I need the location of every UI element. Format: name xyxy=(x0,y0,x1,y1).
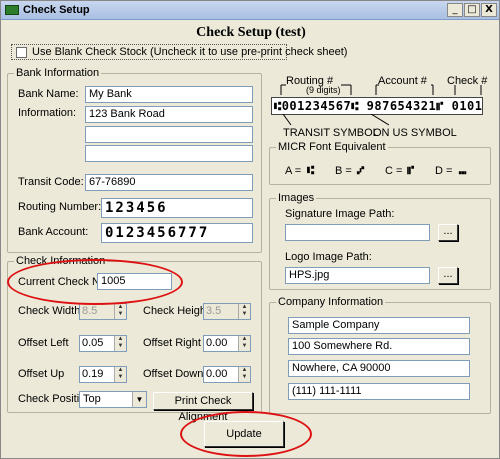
check-height-value: 3.5 xyxy=(206,305,222,317)
offset-up-label: Offset Up xyxy=(18,368,65,380)
check-height-spinner: 3.5 ▲ ▼ xyxy=(203,303,251,320)
company-line-1[interactable]: Sample Company xyxy=(288,317,470,334)
transit-code-input[interactable]: 67-76890 xyxy=(85,174,253,191)
page-title: Check Setup (test) xyxy=(196,25,306,40)
micr-pointer-svg xyxy=(282,114,390,126)
maximize-button[interactable]: □ xyxy=(464,3,480,17)
images-group-label: Images xyxy=(276,192,317,204)
title-bar: Check Setup _ □ X xyxy=(1,1,499,20)
offset-down-spinner[interactable]: 0.00 ▲ ▼ xyxy=(203,366,251,383)
blank-stock-checkbox[interactable] xyxy=(16,47,27,58)
offset-down-label: Offset Down xyxy=(143,368,204,380)
onus-symbol-label: ON US SYMBOL xyxy=(373,127,457,139)
offset-right-arrows[interactable]: ▲ ▼ xyxy=(238,336,250,351)
offset-up-value: 0.19 xyxy=(82,368,104,380)
bank-info-group-label: Bank Information xyxy=(14,67,102,79)
check-height-arrows: ▲ ▼ xyxy=(238,304,250,319)
signature-browse-button[interactable]: ... xyxy=(438,224,458,241)
bank-account-label: Bank Account: xyxy=(18,226,89,238)
close-button[interactable]: X xyxy=(481,3,497,17)
bank-name-input[interactable]: My Bank xyxy=(85,86,253,103)
check-position-value: Top xyxy=(83,393,101,405)
current-check-no-input[interactable]: 1005 xyxy=(97,273,172,290)
chevron-down-icon[interactable]: ▼ xyxy=(132,392,146,407)
micr-c-key: C = xyxy=(385,165,403,177)
blank-stock-row[interactable]: Use Blank Check Stock (Uncheck it to use… xyxy=(11,44,347,60)
micr-b-key: B = xyxy=(335,165,352,177)
micr-c-glyph: ⑈ xyxy=(407,163,415,177)
check-info-group-label: Check Information xyxy=(14,255,108,267)
offset-down-value: 0.00 xyxy=(206,368,228,380)
offset-up-spinner[interactable]: 0.19 ▲ ▼ xyxy=(79,366,127,383)
micr-b-glyph: ⑇ xyxy=(357,163,365,177)
bank-name-label: Bank Name: xyxy=(18,88,79,100)
print-check-alignment-button[interactable]: Print Check Alignment xyxy=(153,392,253,423)
offset-right-label: Offset Right xyxy=(143,337,201,349)
bank-info-line-3[interactable] xyxy=(85,145,253,162)
company-info-group-label: Company Information xyxy=(276,296,386,308)
signature-path-input[interactable] xyxy=(285,224,430,241)
minimize-button[interactable]: _ xyxy=(447,3,463,17)
bank-info-line-2[interactable] xyxy=(85,126,253,143)
blank-stock-label: Use Blank Check Stock (Uncheck it to use… xyxy=(32,46,348,58)
check-position-select[interactable]: Top ▼ xyxy=(79,391,147,408)
images-group: Images Signature Image Path: ... Logo Im… xyxy=(269,192,491,290)
check-setup-window: Check Setup _ □ X Check Setup (test) Use… xyxy=(0,0,500,459)
micr-d-key: D = xyxy=(435,165,453,177)
check-width-spinner: 8.5 ▲ ▼ xyxy=(79,303,127,320)
offset-left-spinner[interactable]: 0.05 ▲ ▼ xyxy=(79,335,127,352)
transit-code-label: Transit Code: xyxy=(18,176,84,188)
micr-strip: ⑆001234567⑆ 987654321⑈ 0101 xyxy=(271,97,483,115)
logo-path-label: Logo Image Path: xyxy=(285,251,372,263)
company-line-4[interactable]: (111) 111-1111 xyxy=(288,383,470,400)
logo-browse-button[interactable]: ... xyxy=(438,267,458,284)
check-width-value: 8.5 xyxy=(82,305,98,317)
offset-right-spinner[interactable]: 0.00 ▲ ▼ xyxy=(203,335,251,352)
micr-font-group-label: MICR Font Equivalent xyxy=(276,141,388,153)
micr-a-key: A = xyxy=(285,165,302,177)
bank-account-input[interactable]: 0123456777 xyxy=(101,223,253,243)
company-line-2[interactable]: 100 Somewhere Rd. xyxy=(288,338,470,355)
logo-path-input[interactable]: HPS.jpg xyxy=(285,267,430,284)
offset-down-arrows[interactable]: ▲ ▼ xyxy=(238,367,250,382)
offset-right-value: 0.00 xyxy=(206,337,228,349)
offset-left-label: Offset Left xyxy=(18,337,69,349)
offset-up-arrows[interactable]: ▲ ▼ xyxy=(114,367,126,382)
micr-d-glyph: ⑉ xyxy=(459,163,467,177)
micr-font-group: MICR Font Equivalent A = ⑆ B = ⑇ C = ⑈ D… xyxy=(269,141,491,185)
bank-info-line-1[interactable]: 123 Bank Road xyxy=(85,106,253,123)
company-line-3[interactable]: Nowhere, CA 90000 xyxy=(288,360,470,377)
company-info-group: Company Information Sample Company 100 S… xyxy=(269,296,491,414)
signature-path-label: Signature Image Path: xyxy=(285,208,395,220)
offset-left-value: 0.05 xyxy=(82,337,104,349)
transit-symbol-label: TRANSIT SYMBOL xyxy=(283,127,379,139)
bank-info-group: Bank Information Bank Name: My Bank Info… xyxy=(7,67,262,253)
check-width-arrows: ▲ ▼ xyxy=(114,304,126,319)
update-button[interactable]: Update xyxy=(204,421,284,447)
check-height-label: Check Height xyxy=(143,305,210,317)
micr-arrows-svg xyxy=(280,84,482,95)
bank-info-label: Information: xyxy=(18,107,77,119)
micr-a-glyph: ⑆ xyxy=(307,163,315,177)
check-width-label: Check Width xyxy=(18,305,81,317)
window-title: Check Setup xyxy=(23,4,90,16)
routing-number-input[interactable]: 123456 xyxy=(101,198,253,218)
app-icon xyxy=(5,5,19,15)
check-info-group: Check Information Current Check No: 1005… xyxy=(7,255,262,423)
current-check-no-label: Current Check No: xyxy=(18,276,110,288)
offset-left-arrows[interactable]: ▲ ▼ xyxy=(114,336,126,351)
routing-number-label: Routing Number: xyxy=(18,201,102,213)
